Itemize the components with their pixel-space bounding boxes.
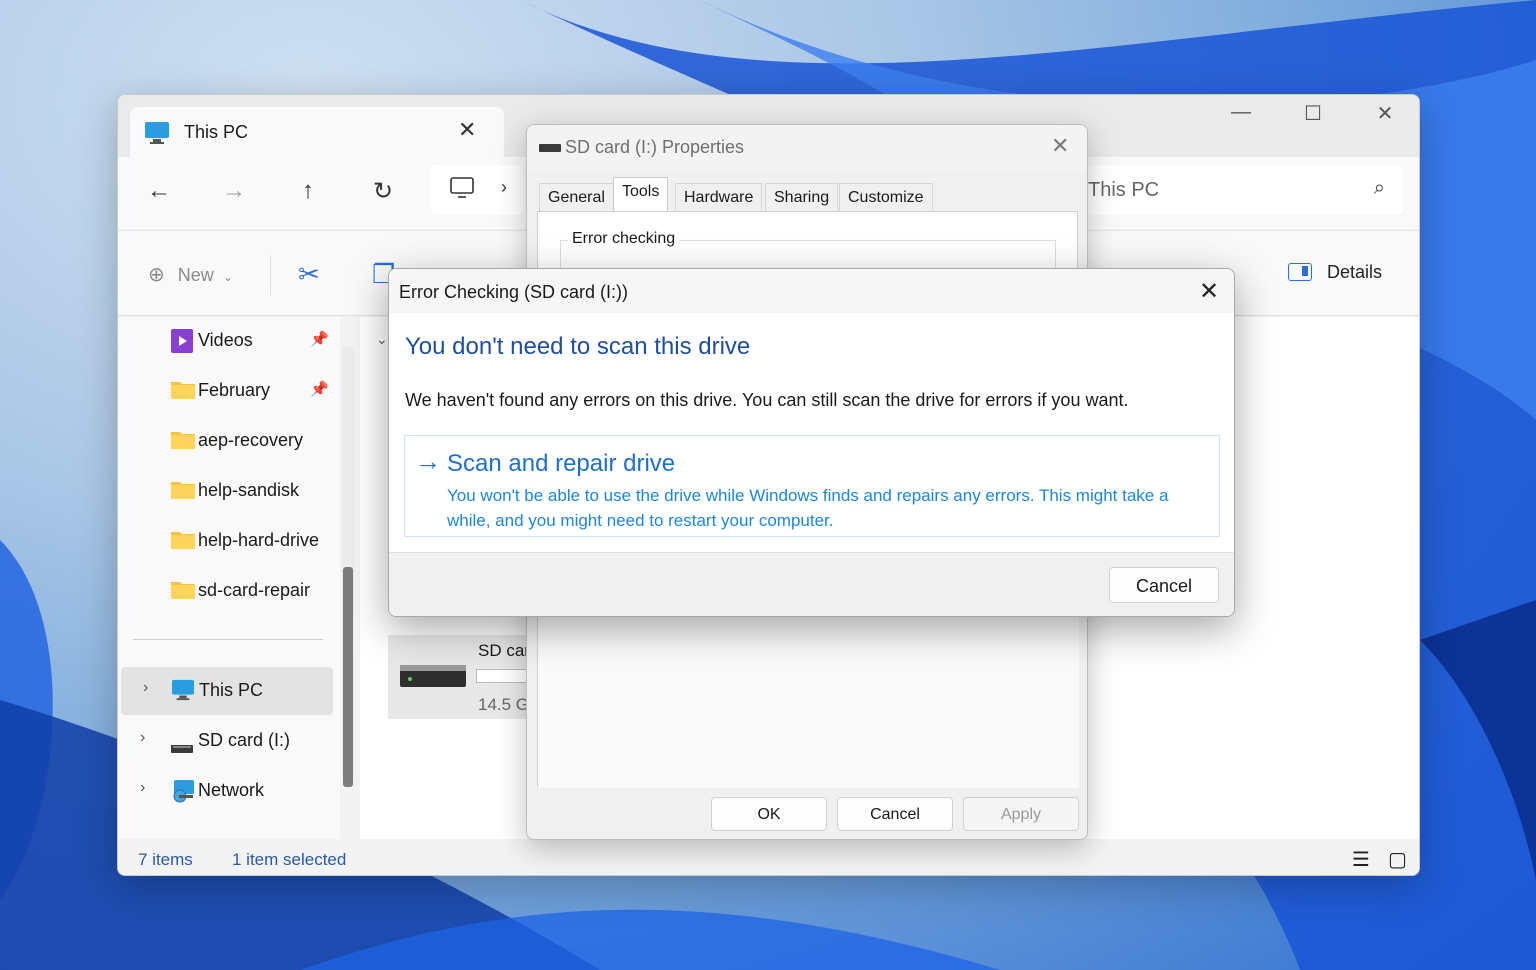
- new-label: New: [177, 265, 214, 285]
- item-count: 7 items: [138, 850, 193, 869]
- tab-sharing[interactable]: Sharing: [765, 183, 839, 211]
- cut-icon[interactable]: ✂: [298, 259, 320, 290]
- tab-hardware[interactable]: Hardware: [675, 183, 763, 211]
- selection-count: 1 item selected: [232, 850, 347, 869]
- videos-folder-icon: [171, 329, 193, 358]
- address-bar-right[interactable]: This PC ⌕: [1088, 165, 1403, 215]
- details-button[interactable]: Details: [1288, 262, 1382, 283]
- monitor-outline-icon: [449, 175, 475, 206]
- sidebar-item-sd-card[interactable]: › SD card (I:): [118, 717, 333, 765]
- drive-icon: [400, 661, 466, 694]
- sidebar-item-help-sandisk[interactable]: help-sandisk: [118, 467, 333, 515]
- sidebar-item-label: help-hard-drive: [198, 530, 320, 550]
- ok-button[interactable]: OK: [711, 797, 827, 831]
- folder-icon: [171, 579, 195, 604]
- minimize-icon[interactable]: —: [1218, 101, 1264, 124]
- sidebar-item-label: help-sandisk: [198, 480, 300, 500]
- sidebar-item-network[interactable]: › Network: [118, 767, 333, 815]
- details-label: Details: [1327, 262, 1383, 282]
- pin-icon[interactable]: 📌: [310, 380, 329, 398]
- tab-general[interactable]: General: [539, 183, 614, 211]
- cancel-button[interactable]: Cancel: [837, 797, 953, 831]
- sidebar-item-label: Network: [198, 780, 265, 800]
- navigation-pane: Videos 📌 February 📌 aep-recovery help-sa…: [118, 317, 340, 839]
- refresh-icon[interactable]: ↻: [367, 177, 399, 206]
- plus-circle-icon: ⊕: [148, 264, 165, 286]
- tab-tools[interactable]: Tools: [613, 177, 669, 211]
- new-button[interactable]: ⊕ New ⌄: [148, 262, 233, 287]
- network-icon: [171, 779, 197, 808]
- scan-link-description: You won't be able to use the drive while…: [447, 486, 1169, 530]
- monitor-icon: [144, 121, 170, 150]
- panel-lower-area: [538, 607, 1079, 788]
- scrollbar-thumb[interactable]: [343, 567, 353, 787]
- tab-close-icon[interactable]: ✕: [458, 117, 476, 143]
- window-close-icon[interactable]: ✕: [1362, 101, 1408, 126]
- cancel-button[interactable]: Cancel: [1109, 567, 1219, 603]
- arrow-right-icon: →: [415, 446, 441, 476]
- scan-and-repair-link[interactable]: → Scan and repair drive You won't be abl…: [404, 435, 1220, 537]
- pin-icon[interactable]: 📌: [310, 330, 329, 348]
- chevron-right-icon[interactable]: ›: [140, 779, 145, 797]
- back-arrow-icon[interactable]: ←: [143, 177, 175, 205]
- sidebar-item-sd-card-repair[interactable]: sd-card-repair: [118, 567, 333, 615]
- folder-icon: [171, 379, 195, 404]
- tiles-view-icon[interactable]: ▢: [1388, 847, 1407, 872]
- sidebar-item-february[interactable]: February 📌: [118, 367, 333, 415]
- drive-name: SD car: [478, 641, 530, 660]
- tab-customize[interactable]: Customize: [839, 183, 933, 211]
- apply-button[interactable]: Apply: [963, 797, 1079, 831]
- monitor-icon: [171, 679, 195, 706]
- tab-title: This PC: [184, 122, 249, 142]
- list-view-icon[interactable]: ☰: [1352, 847, 1370, 872]
- error-dialog-heading: You don't need to scan this drive: [405, 333, 751, 360]
- sidebar-item-help-hard-drive[interactable]: help-hard-drive: [118, 517, 333, 565]
- error-dialog-title-bar: Error Checking (SD card (I:)) ✕: [389, 269, 1234, 313]
- properties-title: SD card (I:) Properties: [565, 137, 745, 157]
- sidebar-item-this-pc[interactable]: › This PC: [121, 667, 333, 715]
- error-checking-dialog: Error Checking (SD card (I:)) ✕ You don'…: [388, 268, 1235, 617]
- folder-icon: [171, 429, 195, 454]
- drive-icon: [539, 144, 561, 152]
- command-separator: [270, 255, 271, 295]
- sidebar-divider: [133, 639, 323, 640]
- folder-icon: [171, 479, 195, 504]
- status-bar: 7 items 1 item selected ☰ ▢: [118, 839, 1419, 875]
- folder-icon: [171, 529, 195, 554]
- sidebar-item-label: SD card (I:): [198, 730, 291, 750]
- scan-link-title: Scan and repair drive: [447, 450, 676, 477]
- sidebar-item-videos[interactable]: Videos 📌: [118, 317, 333, 365]
- sidebar-item-aep-recovery[interactable]: aep-recovery: [118, 417, 333, 465]
- chevron-right-icon[interactable]: ›: [143, 679, 148, 697]
- chevron-right-icon[interactable]: ›: [140, 729, 145, 747]
- error-dialog-footer: Cancel: [389, 552, 1234, 616]
- up-arrow-icon[interactable]: ↑: [292, 177, 324, 205]
- sidebar-item-label: Videos: [198, 330, 253, 350]
- chevron-down-icon[interactable]: ⌄: [376, 331, 388, 348]
- sidebar-item-label: This PC: [199, 680, 264, 700]
- sidebar-item-label: February: [198, 380, 271, 400]
- forward-arrow-icon[interactable]: →: [218, 177, 250, 205]
- details-pane-icon: [1288, 263, 1312, 281]
- sidebar-item-label: aep-recovery: [198, 430, 304, 450]
- properties-title-bar: SD card (I:) Properties ✕: [527, 125, 1087, 171]
- drive-size: 14.5 G: [478, 695, 530, 714]
- address-bar-left[interactable]: ›: [431, 165, 523, 215]
- sidebar-scrollbar[interactable]: [342, 347, 354, 787]
- tab-this-pc[interactable]: This PC ✕: [130, 107, 504, 159]
- sidebar-item-label: sd-card-repair: [198, 580, 311, 600]
- breadcrumb-chevron-icon[interactable]: ›: [501, 177, 507, 198]
- error-dialog-title: Error Checking (SD card (I:)): [399, 282, 629, 302]
- group-label: Error checking: [568, 230, 680, 248]
- error-dialog-message: We haven't found any errors on this driv…: [405, 390, 1129, 410]
- address-text: This PC: [1088, 179, 1160, 201]
- drive-icon: [171, 737, 193, 758]
- close-icon[interactable]: ✕: [1199, 277, 1219, 306]
- chevron-down-icon: ⌄: [222, 270, 233, 284]
- close-icon[interactable]: ✕: [1051, 133, 1069, 159]
- search-icon[interactable]: ⌕: [1374, 177, 1385, 200]
- maximize-icon[interactable]: ☐: [1290, 101, 1336, 126]
